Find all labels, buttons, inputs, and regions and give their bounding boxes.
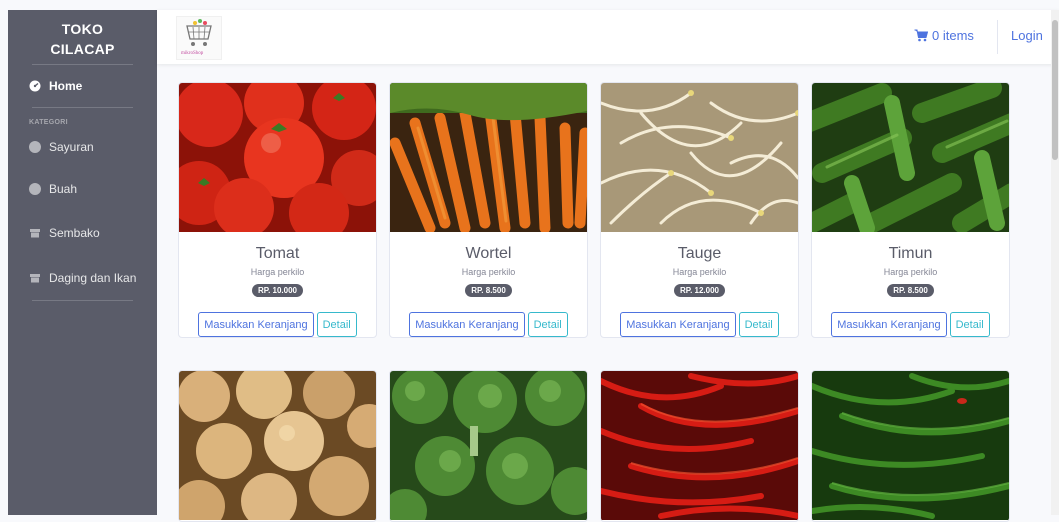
shopping-cart-logo-icon [186, 19, 212, 46]
detail-button[interactable]: Detail [527, 312, 568, 337]
price-badge: RP. 8.500 [465, 284, 512, 297]
product-name: Timun [888, 245, 933, 262]
add-to-cart-button[interactable]: Masukkan Keranjang [409, 312, 525, 337]
brand-line2: CILACAP [50, 41, 115, 57]
detail-button[interactable]: Detail [949, 312, 990, 337]
sidebar-item-sayuran[interactable]: Sayuran [8, 126, 157, 168]
product-card [811, 370, 1010, 522]
sidebar: TOKO CILACAP Home KATEGORI Sayuran Buah … [8, 10, 157, 515]
add-to-cart-button[interactable]: Masukkan Keranjang [620, 312, 736, 337]
price-badge: RP. 10.000 [252, 284, 303, 297]
dashboard-icon [29, 80, 41, 92]
product-image-brokoli [390, 371, 587, 520]
sidebar-item-sembako[interactable]: Sembako [8, 210, 157, 256]
archive-icon [30, 229, 40, 238]
product-image-timun [812, 83, 1009, 232]
logo-text: mikroShop [181, 51, 204, 56]
sidebar-item-label: Sembako [49, 226, 100, 240]
cart-count: 0 items [932, 28, 974, 43]
product-name: Tomat [255, 245, 300, 262]
product-name: Tauge [677, 245, 722, 262]
sidebar-item-label: Sayuran [49, 140, 94, 154]
product-card: Timun Harga perkilo RP. 8.500 Masukkan K… [811, 82, 1010, 338]
product-card [389, 370, 588, 522]
sidebar-item-buah[interactable]: Buah [8, 168, 157, 210]
brand[interactable]: TOKO CILACAP [8, 10, 157, 64]
product-image-tauge [601, 83, 798, 232]
detail-button[interactable]: Detail [316, 312, 357, 337]
product-image-cabai-merah [601, 371, 798, 520]
product-subtitle: Harga perkilo [672, 267, 727, 277]
detail-button[interactable]: Detail [738, 312, 779, 337]
product-card [600, 370, 799, 522]
product-card [178, 370, 377, 522]
product-image-tomat [179, 83, 376, 232]
product-image-cabai-hijau [812, 371, 1009, 520]
product-subtitle: Harga perkilo [461, 267, 516, 277]
add-to-cart-button[interactable]: Masukkan Keranjang [831, 312, 947, 337]
sidebar-item-label: Daging dan Ikan [49, 271, 137, 285]
brand-line1: TOKO [61, 21, 104, 37]
circle-icon [29, 183, 41, 195]
product-card: Wortel Harga perkilo RP. 8.500 Masukkan … [389, 82, 588, 338]
shop-logo[interactable]: mikroShop [176, 16, 222, 60]
product-card: Tomat Harga perkilo RP. 10.000 Masukkan … [178, 82, 377, 338]
product-subtitle: Harga perkilo [883, 267, 938, 277]
topbar: mikroShop 0 items Login [157, 10, 1059, 64]
product-image-wortel [390, 83, 587, 232]
product-subtitle: Harga perkilo [250, 267, 305, 277]
sidebar-divider [32, 300, 133, 301]
sidebar-item-label: Home [49, 79, 83, 93]
add-to-cart-button[interactable]: Masukkan Keranjang [198, 312, 314, 337]
cart-icon [914, 29, 928, 42]
sidebar-item-label: Buah [49, 182, 78, 196]
page-scrollbar[interactable] [1051, 10, 1059, 515]
cart-link[interactable]: 0 items [914, 28, 974, 43]
topbar-divider [997, 20, 998, 54]
price-badge: RP. 12.000 [674, 284, 725, 297]
circle-icon [29, 141, 41, 153]
product-name: Wortel [465, 245, 512, 262]
sidebar-item-daging-ikan[interactable]: Daging dan Ikan [8, 256, 157, 300]
login-link[interactable]: Login [1011, 28, 1043, 43]
archive-icon [30, 274, 40, 283]
sidebar-item-home[interactable]: Home [8, 65, 157, 107]
price-badge: RP. 8.500 [887, 284, 934, 297]
scroll-thumb[interactable] [1052, 20, 1058, 160]
product-image-bawang [179, 371, 376, 520]
sidebar-heading: KATEGORI [29, 119, 68, 126]
product-card: Tauge Harga perkilo RP. 12.000 Masukkan … [600, 82, 799, 338]
